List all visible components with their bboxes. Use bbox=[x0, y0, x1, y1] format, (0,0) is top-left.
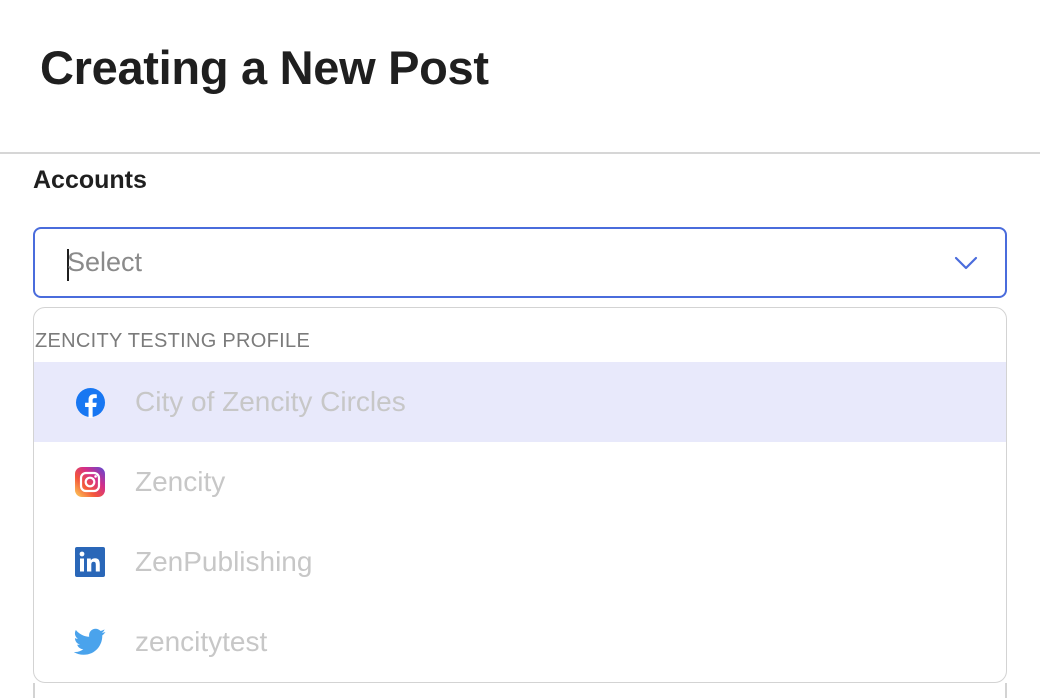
group-header: ZENCITY TESTING PROFILE bbox=[35, 330, 311, 352]
create-post-page: Creating a New Post Accounts ZENCITY TES… bbox=[0, 0, 1040, 698]
accounts-label: Accounts bbox=[33, 166, 147, 194]
option-zencitytest[interactable]: zencitytest bbox=[34, 602, 1006, 682]
accounts-dropdown-menu: ZENCITY TESTING PROFILE City of Zencity … bbox=[33, 307, 1007, 683]
option-city-of-zencity-circles[interactable]: City of Zencity Circles bbox=[34, 362, 1006, 442]
twitter-icon bbox=[74, 626, 106, 658]
linkedin-icon bbox=[74, 546, 106, 578]
option-label: zencitytest bbox=[135, 626, 268, 657]
lower-field-border bbox=[1005, 683, 1007, 698]
page-title: Creating a New Post bbox=[40, 41, 489, 94]
option-label: Zencity bbox=[135, 466, 226, 497]
instagram-icon bbox=[74, 466, 106, 498]
accounts-select[interactable] bbox=[33, 227, 1007, 298]
option-label: City of Zencity Circles bbox=[135, 386, 406, 417]
option-zencity[interactable]: Zencity bbox=[34, 442, 1006, 522]
option-zenpublishing[interactable]: ZenPublishing bbox=[34, 522, 1006, 602]
facebook-icon bbox=[74, 386, 106, 418]
accounts-select-input[interactable] bbox=[67, 229, 927, 296]
chevron-down-icon[interactable] bbox=[953, 251, 979, 275]
option-label: ZenPublishing bbox=[135, 546, 313, 577]
header-divider bbox=[0, 152, 1040, 154]
lower-field-border bbox=[33, 683, 35, 698]
